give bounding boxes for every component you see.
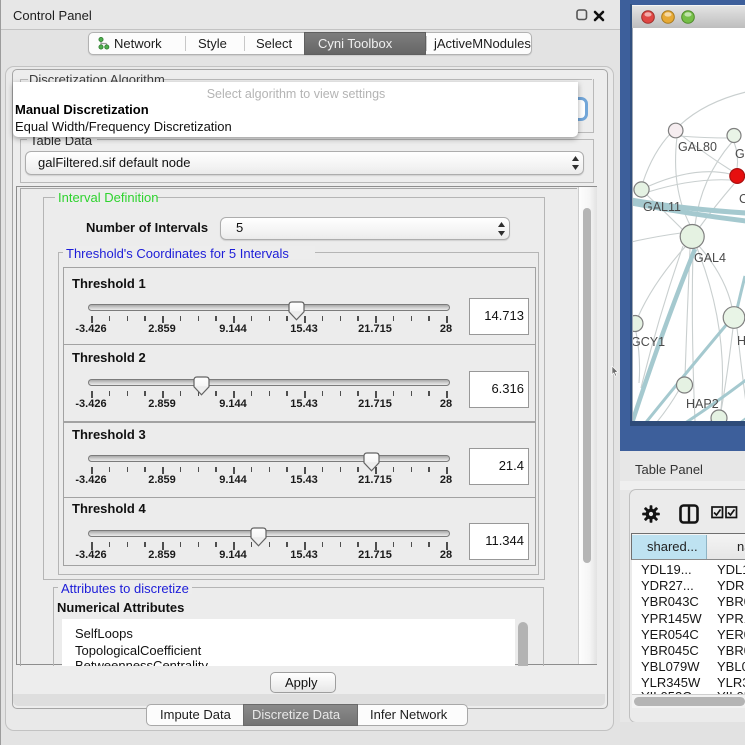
- svg-text:GAL80: GAL80: [678, 140, 717, 154]
- svg-text:GAL4: GAL4: [694, 251, 726, 265]
- svg-text:H: H: [737, 334, 745, 348]
- svg-text:C: C: [739, 192, 745, 206]
- svg-text:GCY1: GCY1: [633, 335, 665, 349]
- svg-text:GAL11: GAL11: [643, 200, 681, 214]
- svg-text:G.: G.: [735, 147, 745, 161]
- svg-text:HAP2: HAP2: [686, 397, 719, 411]
